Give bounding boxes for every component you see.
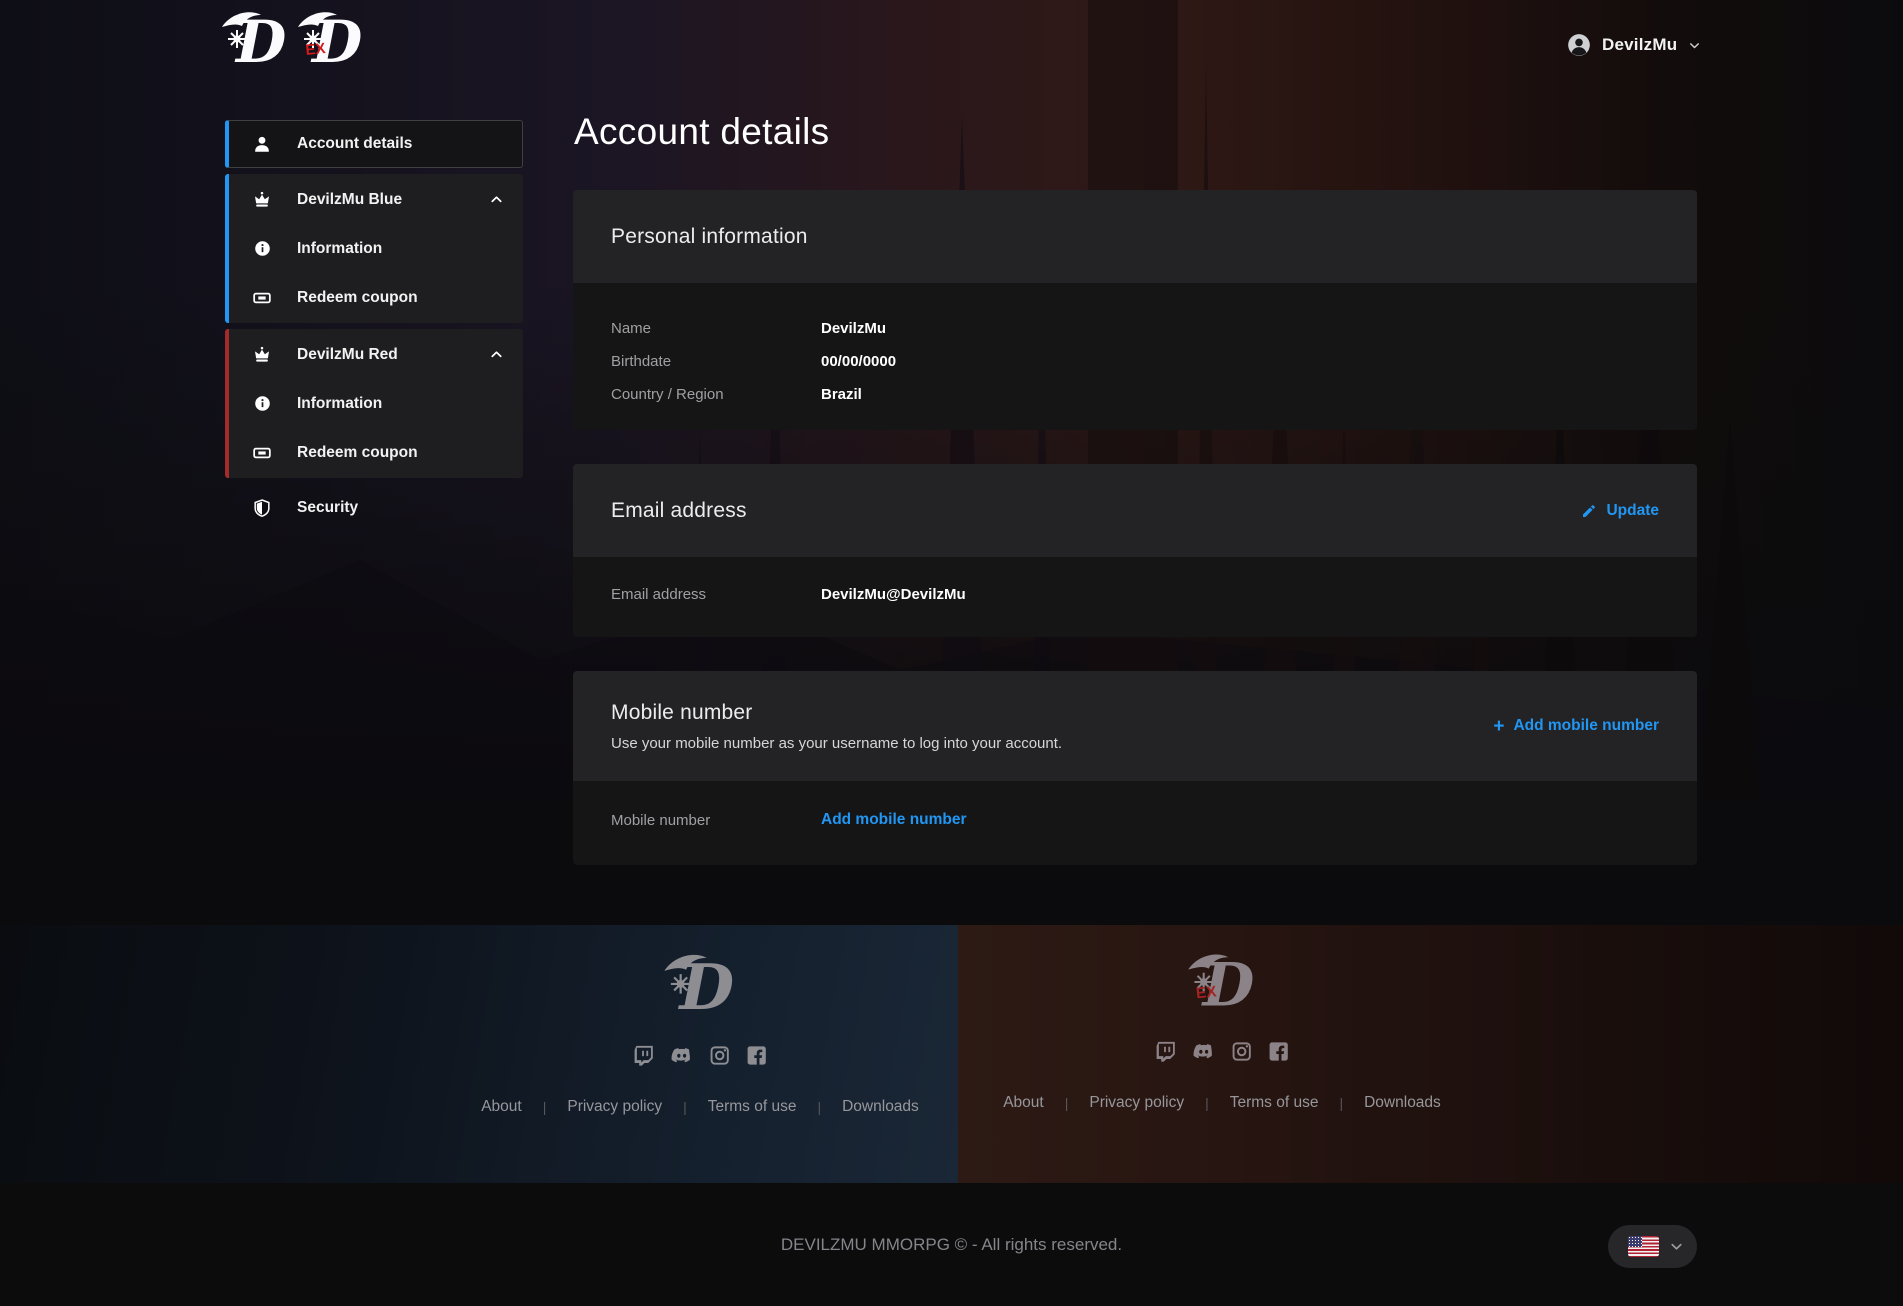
divider: | — [1339, 1095, 1343, 1111]
card-title: Personal information — [611, 223, 808, 250]
footer-link-about[interactable]: About — [1003, 1094, 1044, 1112]
twitch-icon[interactable] — [632, 1044, 655, 1067]
footer-link-about[interactable]: About — [481, 1098, 522, 1116]
info-icon — [251, 394, 273, 413]
instagram-icon[interactable] — [1230, 1040, 1253, 1063]
divider: | — [543, 1099, 547, 1115]
sidebar-group-title: DevilzMu Red — [297, 346, 398, 364]
chevron-up-icon[interactable] — [488, 346, 505, 363]
add-mobile-number-button[interactable]: + Add mobile number — [1493, 717, 1659, 735]
table-row: Name DevilzMu — [611, 319, 1659, 337]
sidebar-item-blue-information[interactable]: Information — [229, 224, 523, 273]
field-value: 00/00/0000 — [821, 353, 1659, 370]
sidebar-item-red-redeem-coupon[interactable]: Redeem coupon — [229, 428, 523, 477]
sidebar-group-devilzmu-blue: DevilzMu Blue Information Redeem coupon — [225, 174, 523, 323]
sidebar-item-account-details[interactable]: Account details — [225, 120, 523, 168]
pencil-icon — [1581, 503, 1597, 519]
table-row: Birthdate 00/00/0000 — [611, 352, 1659, 370]
card-subtitle: Use your mobile number as your username … — [611, 734, 1062, 753]
sidebar: Account details DevilzMu Blue Informatio… — [225, 120, 523, 532]
field-label: Mobile number — [611, 812, 821, 829]
chevron-up-icon[interactable] — [488, 191, 505, 208]
field-label: Email address — [611, 586, 821, 603]
field-value: DevilzMu@DevilzMu — [821, 586, 1659, 603]
plus-icon: + — [1493, 719, 1504, 734]
personal-information-card: Personal information Name DevilzMu Birth… — [573, 190, 1697, 430]
footer-link-terms-of-use[interactable]: Terms of use — [708, 1098, 797, 1116]
crown-icon — [251, 190, 273, 210]
mobile-number-card: Mobile number Use your mobile number as … — [573, 671, 1697, 865]
update-label: Update — [1606, 502, 1659, 520]
footer-link-terms-of-use[interactable]: Terms of use — [1230, 1094, 1319, 1112]
facebook-icon[interactable] — [1267, 1040, 1290, 1063]
page-title: Account details — [574, 110, 1697, 154]
sidebar-item-blue-redeem-coupon[interactable]: Redeem coupon — [229, 273, 523, 322]
sidebar-item-label: Account details — [297, 135, 412, 153]
avatar-icon — [1566, 32, 1592, 58]
table-row: Country / Region Brazil — [611, 385, 1659, 403]
divider: | — [817, 1099, 821, 1115]
devilzmu-ex-logo: EX — [1186, 950, 1258, 1016]
footer-link-privacy-policy[interactable]: Privacy policy — [567, 1098, 662, 1116]
discord-icon[interactable] — [1191, 1040, 1216, 1063]
divider: | — [1205, 1095, 1209, 1111]
person-icon — [251, 134, 273, 154]
sidebar-item-label: Information — [297, 395, 382, 413]
ex-badge: EX — [305, 40, 327, 59]
update-email-button[interactable]: Update — [1581, 502, 1659, 520]
sidebar-group-header-blue[interactable]: DevilzMu Blue — [229, 175, 523, 224]
sidebar-item-security[interactable]: Security — [225, 484, 523, 532]
divider: | — [683, 1099, 687, 1115]
footer-blue-content: About | Privacy policy | Terms of use | Dow… — [481, 950, 919, 1116]
main-content: Account details Personal information Nam… — [573, 110, 1697, 899]
ticket-icon — [251, 288, 273, 308]
field-label: Birthdate — [611, 353, 821, 370]
user-menu[interactable]: DevilzMu — [1566, 28, 1702, 62]
chevron-down-icon — [1687, 38, 1702, 53]
user-name: DevilzMu — [1602, 35, 1677, 55]
ticket-icon — [251, 443, 273, 463]
twitch-icon[interactable] — [1154, 1040, 1177, 1063]
email-address-card: Email address Update Email address Devil… — [573, 464, 1697, 637]
table-row: Mobile number Add mobile number — [611, 811, 1659, 829]
sidebar-item-label: Information — [297, 240, 382, 258]
discord-icon[interactable] — [669, 1044, 694, 1067]
add-mobile-label: Add mobile number — [1513, 717, 1659, 735]
field-value: Brazil — [821, 386, 1659, 403]
footer-link-downloads[interactable]: Downloads — [1364, 1094, 1441, 1112]
sidebar-group-devilzmu-red: DevilzMu Red Information Redeem coupon — [225, 329, 523, 478]
us-flag-icon — [1628, 1236, 1659, 1257]
devilzmu-logo — [220, 8, 290, 72]
sidebar-group-header-red[interactable]: DevilzMu Red — [229, 330, 523, 379]
add-mobile-number-link[interactable]: Add mobile number — [821, 811, 1659, 829]
footer-link-privacy-policy[interactable]: Privacy policy — [1089, 1094, 1184, 1112]
devilzmu-logo — [662, 950, 738, 1020]
footer-link-downloads[interactable]: Downloads — [842, 1098, 919, 1116]
field-value: DevilzMu — [821, 320, 1659, 337]
brand-logos[interactable]: EX — [220, 8, 366, 72]
facebook-icon[interactable] — [745, 1044, 768, 1067]
ex-badge: EX — [1195, 983, 1218, 1002]
sidebar-item-label: Redeem coupon — [297, 289, 418, 307]
card-title: Email address — [611, 497, 747, 524]
shield-icon — [251, 498, 273, 518]
instagram-icon[interactable] — [708, 1044, 731, 1067]
footer-red-content: EX About| Privacy policy| Terms of use| … — [1003, 950, 1441, 1112]
devilzmu-ex-logo: EX — [296, 8, 366, 72]
footer — [0, 925, 1903, 1183]
field-label: Country / Region — [611, 386, 821, 403]
info-icon — [251, 239, 273, 258]
sidebar-item-label: Redeem coupon — [297, 444, 418, 462]
sidebar-item-label: Security — [297, 499, 358, 517]
table-row: Email address DevilzMu@DevilzMu — [611, 585, 1659, 603]
sidebar-group-title: DevilzMu Blue — [297, 191, 402, 209]
sidebar-item-red-information[interactable]: Information — [229, 379, 523, 428]
field-label: Name — [611, 320, 821, 337]
crown-icon — [251, 345, 273, 365]
card-title: Mobile number — [611, 699, 1062, 726]
language-selector[interactable] — [1608, 1225, 1697, 1268]
divider: | — [1065, 1095, 1069, 1111]
chevron-down-icon — [1668, 1238, 1685, 1255]
